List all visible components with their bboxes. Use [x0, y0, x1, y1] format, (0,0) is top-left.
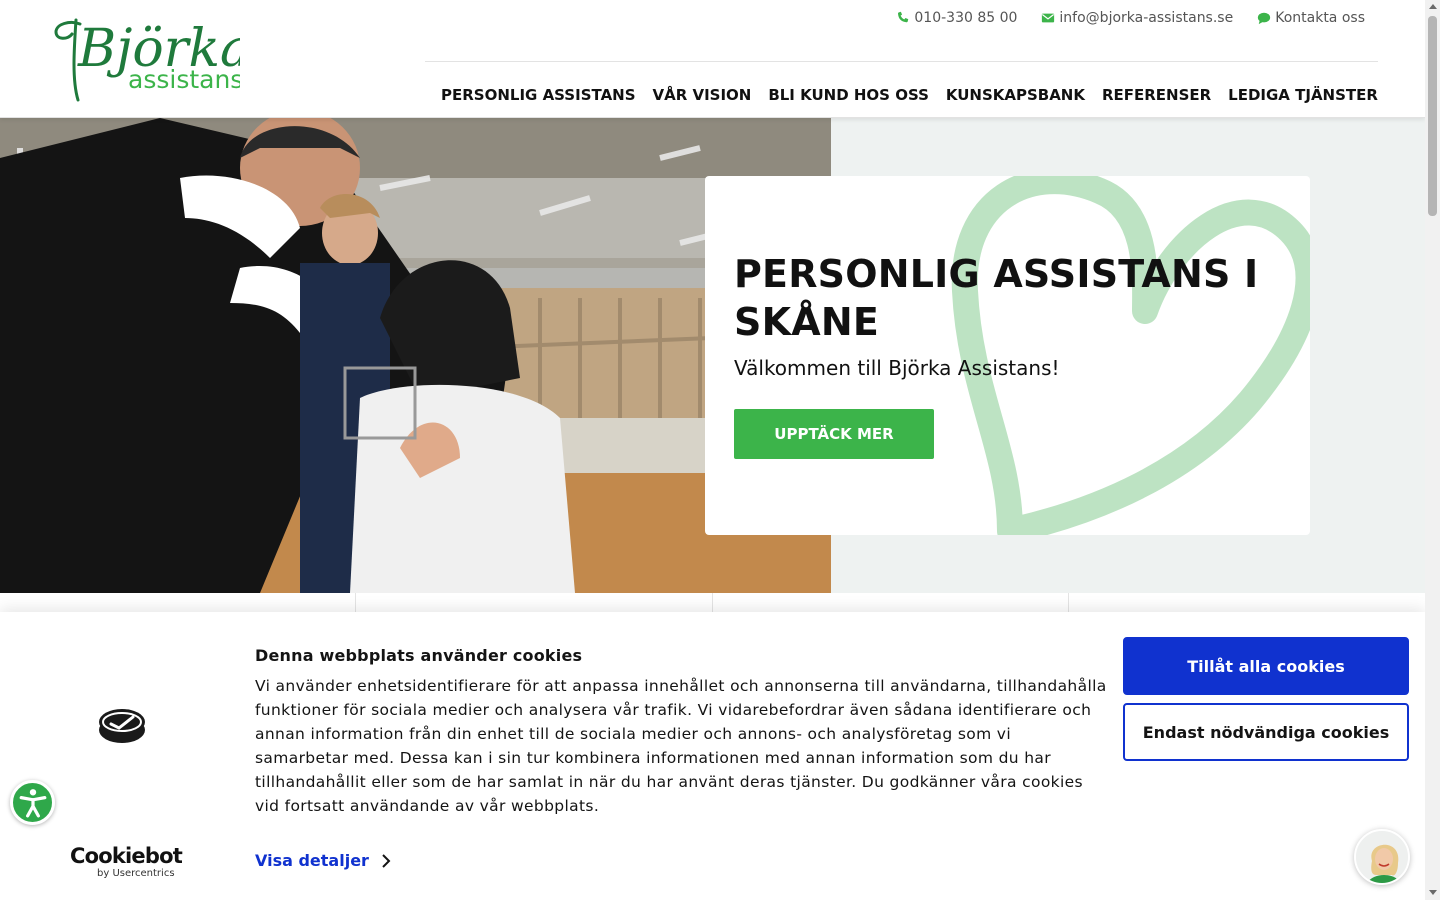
discover-more-button[interactable]: UPPTÄCK MER: [734, 409, 934, 459]
nav-item-lediga-tjanster[interactable]: LEDIGA TJÄNSTER: [1228, 86, 1378, 104]
nav-item-personlig-assistans[interactable]: PERSONLIG ASSISTANS: [441, 86, 636, 104]
chat-bubble-icon: [1258, 12, 1271, 25]
logo-link[interactable]: Björka assistans: [50, 10, 251, 106]
chat-avatar-button[interactable]: [1354, 829, 1410, 885]
cookiebot-brand: Cookiebot by Usercentrics: [70, 844, 183, 880]
contact-link[interactable]: Kontakta oss: [1257, 10, 1365, 26]
hero-section: PERSONLIG ASSISTANS I SKÅNE Välkommen ti…: [0, 118, 1425, 593]
allow-all-cookies-button[interactable]: Tillåt alla cookies: [1123, 637, 1409, 695]
cookie-banner: Cookiebot by Usercentrics Denna webbplat…: [0, 612, 1425, 900]
hero-card: PERSONLIG ASSISTANS I SKÅNE Välkommen ti…: [705, 176, 1310, 535]
nav-item-bli-kund[interactable]: BLI KUND HOS OSS: [768, 86, 929, 104]
cookiebot-logo-icon: [99, 709, 145, 743]
contact-label: Kontakta oss: [1275, 10, 1365, 26]
show-details-link[interactable]: Visa detaljer: [255, 851, 391, 870]
cookiebot-byline: by Usercentrics: [97, 868, 175, 879]
nav-item-var-vision[interactable]: VÅR VISION: [652, 86, 751, 104]
topbar: 010-330 85 00 info@bjorka-assistans.se K…: [896, 8, 1365, 28]
scroll-up-arrow-icon[interactable]: [1429, 4, 1437, 9]
cookiebot-wordmark: Cookiebot: [70, 844, 183, 868]
scroll-down-arrow-icon[interactable]: [1429, 890, 1437, 895]
header-divider: [425, 61, 1378, 62]
phone-icon: [898, 11, 909, 23]
hero-subtitle: Välkommen till Björka Assistans!: [734, 356, 1060, 380]
bjorka-logo: Björka assistans: [54, 18, 251, 102]
site-header: Björka assistans 010-330 85 00 info@bjor…: [0, 0, 1425, 118]
page-scrollbar[interactable]: [1425, 0, 1440, 900]
nav-item-kunskapsbank[interactable]: KUNSKAPSBANK: [946, 86, 1085, 104]
cookie-description: Vi använder enhetsidentifierare för att …: [255, 677, 1107, 815]
hero-title: PERSONLIG ASSISTANS I SKÅNE: [734, 252, 1259, 344]
accessibility-icon: [19, 788, 46, 817]
scrollbar-thumb[interactable]: [1428, 16, 1437, 216]
email-address: info@bjorka-assistans.se: [1059, 10, 1234, 26]
envelope-icon: [1042, 13, 1055, 23]
accessibility-button[interactable]: [10, 780, 55, 825]
phone-link[interactable]: 010-330 85 00: [896, 10, 1017, 26]
show-details-label: Visa detaljer: [255, 851, 369, 870]
main-navigation: PERSONLIG ASSISTANS VÅR VISION BLI KUND …: [425, 86, 1378, 104]
logo-text-assistans: assistans: [128, 65, 240, 94]
chevron-right-icon: [382, 853, 391, 868]
nav-item-referenser[interactable]: REFERENSER: [1102, 86, 1211, 104]
email-link[interactable]: info@bjorka-assistans.se: [1041, 10, 1233, 26]
phone-number: 010-330 85 00: [914, 10, 1018, 26]
necessary-cookies-button[interactable]: Endast nödvändiga cookies: [1123, 703, 1409, 761]
cookie-title: Denna webbplats använder cookies: [255, 646, 583, 665]
